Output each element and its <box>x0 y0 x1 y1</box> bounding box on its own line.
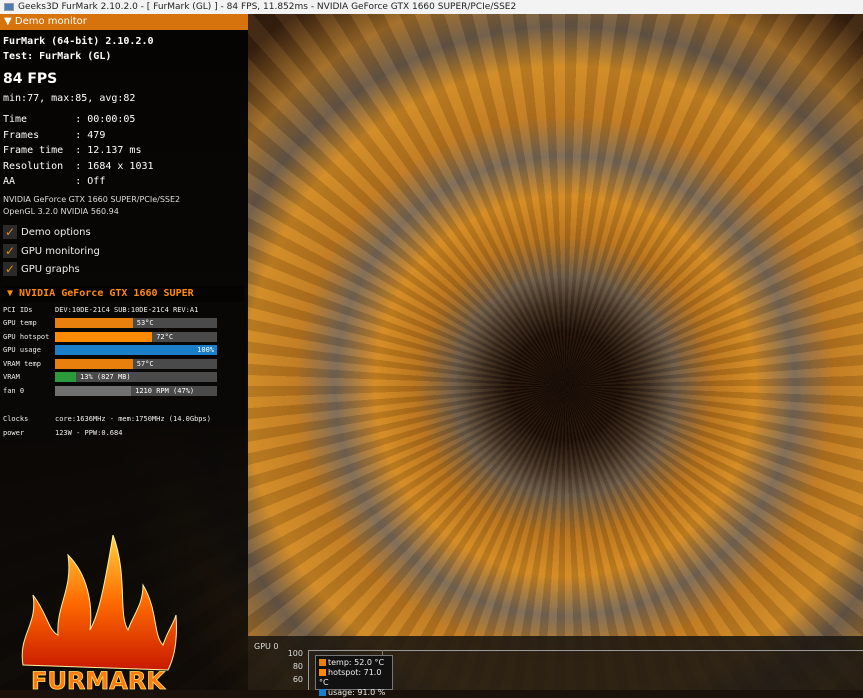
row-label: power <box>3 429 25 437</box>
window-title-bar: Geeks3D FurMark 2.10.2.0 - [ FurMark (GL… <box>0 0 863 14</box>
y-tick: 100 <box>287 649 303 658</box>
clocks-value: core:1636MHz - mem:1750MHz (14.0Gbps) <box>55 415 211 423</box>
y-tick: 80 <box>292 662 303 671</box>
legend-swatch <box>319 659 326 666</box>
check-icon: ✓ <box>3 262 17 276</box>
row-label: Clocks <box>3 415 29 423</box>
y-tick: 60 <box>292 675 303 684</box>
check-icon: ✓ <box>3 244 17 258</box>
pci-row: PCI IDs DEV:10DE-21C4 SUB:10DE-21C4 REV:A… <box>3 305 218 316</box>
check-icon: ✓ <box>3 225 17 239</box>
progress-fill <box>55 372 77 383</box>
bar-value: 13% (827 MB) <box>80 373 131 382</box>
checkbox-label: GPU graphs <box>21 263 80 275</box>
row-label: PCI IDs <box>3 306 33 314</box>
window-title: Geeks3D FurMark 2.10.2.0 - [ FurMark (GL… <box>18 2 517 12</box>
gpu-bar-row: GPU temp 53°C <box>3 318 218 329</box>
legend-text: temp: 52.0 °C <box>328 658 385 667</box>
progress-fill <box>55 386 132 396</box>
progress-fill <box>55 358 133 369</box>
stat-frames: Frames : 479 <box>3 129 106 141</box>
test-name: Test: FurMark (GL) <box>3 51 112 62</box>
furmark-logo: FURMARK <box>21 535 177 690</box>
legend-entry: hotspot: 71.0 °C <box>319 668 389 688</box>
gpu-bar-row: fan 0 1210 RPM (47%) <box>3 386 218 397</box>
demo-monitor-title: Demo monitor <box>14 16 87 27</box>
logo-text: FURMARK <box>31 667 166 690</box>
gpu-section-header[interactable]: ▼ NVIDIA GeForce GTX 1660 SUPER <box>2 286 244 302</box>
row-label: GPU usage <box>3 346 41 355</box>
bar-value: 57°C <box>136 359 154 368</box>
progress-bar: 53°C <box>55 318 217 328</box>
app-version: FurMark (64-bit) 2.10.2.0 <box>3 36 154 47</box>
gpu-bar-row: GPU usage 100% <box>3 345 218 356</box>
stat-resolution: Resolution : 1684 x 1031 <box>3 160 154 172</box>
progress-bar: 72°C <box>55 331 217 342</box>
bar-value: 53°C <box>136 319 154 327</box>
bar-value: 72°C <box>156 332 174 341</box>
opengl-info: OpenGL 3.2.0 NVIDIA 560.94 <box>3 207 119 216</box>
app-icon <box>4 3 14 11</box>
legend-text: hotspot: 71.0 °C <box>319 668 382 687</box>
gpu-graph-panel: GPU 0 100 80 60 temp: 52.0 °C hotspot: 71… <box>248 636 863 697</box>
bar-value: 100% <box>197 346 214 355</box>
checkbox-demo-options[interactable]: ✓ Demo options <box>3 225 91 239</box>
fps-stats: min:77, max:85, avg:82 <box>3 93 136 104</box>
row-label: VRAM temp <box>3 359 41 368</box>
power-value: 123W - PPW:0.684 <box>55 429 123 437</box>
progress-bar: 1210 RPM (47%) <box>55 386 217 396</box>
row-label: GPU temp <box>3 319 37 327</box>
stats-block: Time : 00:00:05 Frames : 479 Frame time : … <box>3 112 154 190</box>
checkbox-label: GPU monitoring <box>21 245 100 257</box>
gpu-bar-row: GPU hotspot 72°C <box>3 331 218 343</box>
stat-time: Time : 00:00:05 <box>3 114 136 125</box>
power-row: power 123W - PPW:0.684 <box>3 428 218 439</box>
stat-frame-time: Frame time : 12.137 ms <box>3 145 142 157</box>
legend-text: usage: 91.0 % <box>328 688 386 697</box>
legend-swatch <box>319 689 326 696</box>
legend-swatch <box>319 669 326 676</box>
gpu-name: NVIDIA GeForce GTX 1660 SUPER <box>19 288 194 299</box>
gpu-bar-row: VRAM temp 57°C <box>3 358 218 370</box>
fps-readout: 84 FPS <box>3 71 58 87</box>
progress-bar: 100% <box>55 345 217 356</box>
gpu-bar-row: VRAM 13% (827 MB) <box>3 372 218 383</box>
stat-aa: AA : Off <box>3 176 106 188</box>
progress-bar: 13% (827 MB) <box>55 372 217 383</box>
checkbox-label: Demo options <box>21 226 91 238</box>
renderer-info: NVIDIA GeForce GTX 1660 SUPER/PCIe/SSE2 <box>3 195 181 204</box>
pci-ids: DEV:10DE-21C4 SUB:10DE-21C4 REV:A1 <box>55 306 199 314</box>
row-label: fan 0 <box>3 387 25 395</box>
row-label: GPU hotspot <box>3 332 50 341</box>
checkbox-gpu-graphs[interactable]: ✓ GPU graphs <box>3 262 80 276</box>
checkbox-gpu-monitoring[interactable]: ✓ GPU monitoring <box>3 244 100 258</box>
legend-entry: temp: 52.0 °C <box>319 658 389 668</box>
bar-value: 1210 RPM (47%) <box>135 387 195 395</box>
progress-fill <box>55 345 217 356</box>
progress-bar: 57°C <box>55 358 217 369</box>
row-label: VRAM <box>3 373 20 382</box>
clocks-row: Clocks core:1636MHz - mem:1750MHz (14.0Gb… <box>3 414 218 425</box>
progress-fill <box>55 331 153 342</box>
graph-legend: temp: 52.0 °C hotspot: 71.0 °C usage: 91.0… <box>315 655 393 697</box>
graph-title: GPU 0 <box>254 642 279 651</box>
progress-fill <box>55 318 133 328</box>
demo-monitor-header[interactable]: ▼ Demo monitor <box>0 14 248 30</box>
